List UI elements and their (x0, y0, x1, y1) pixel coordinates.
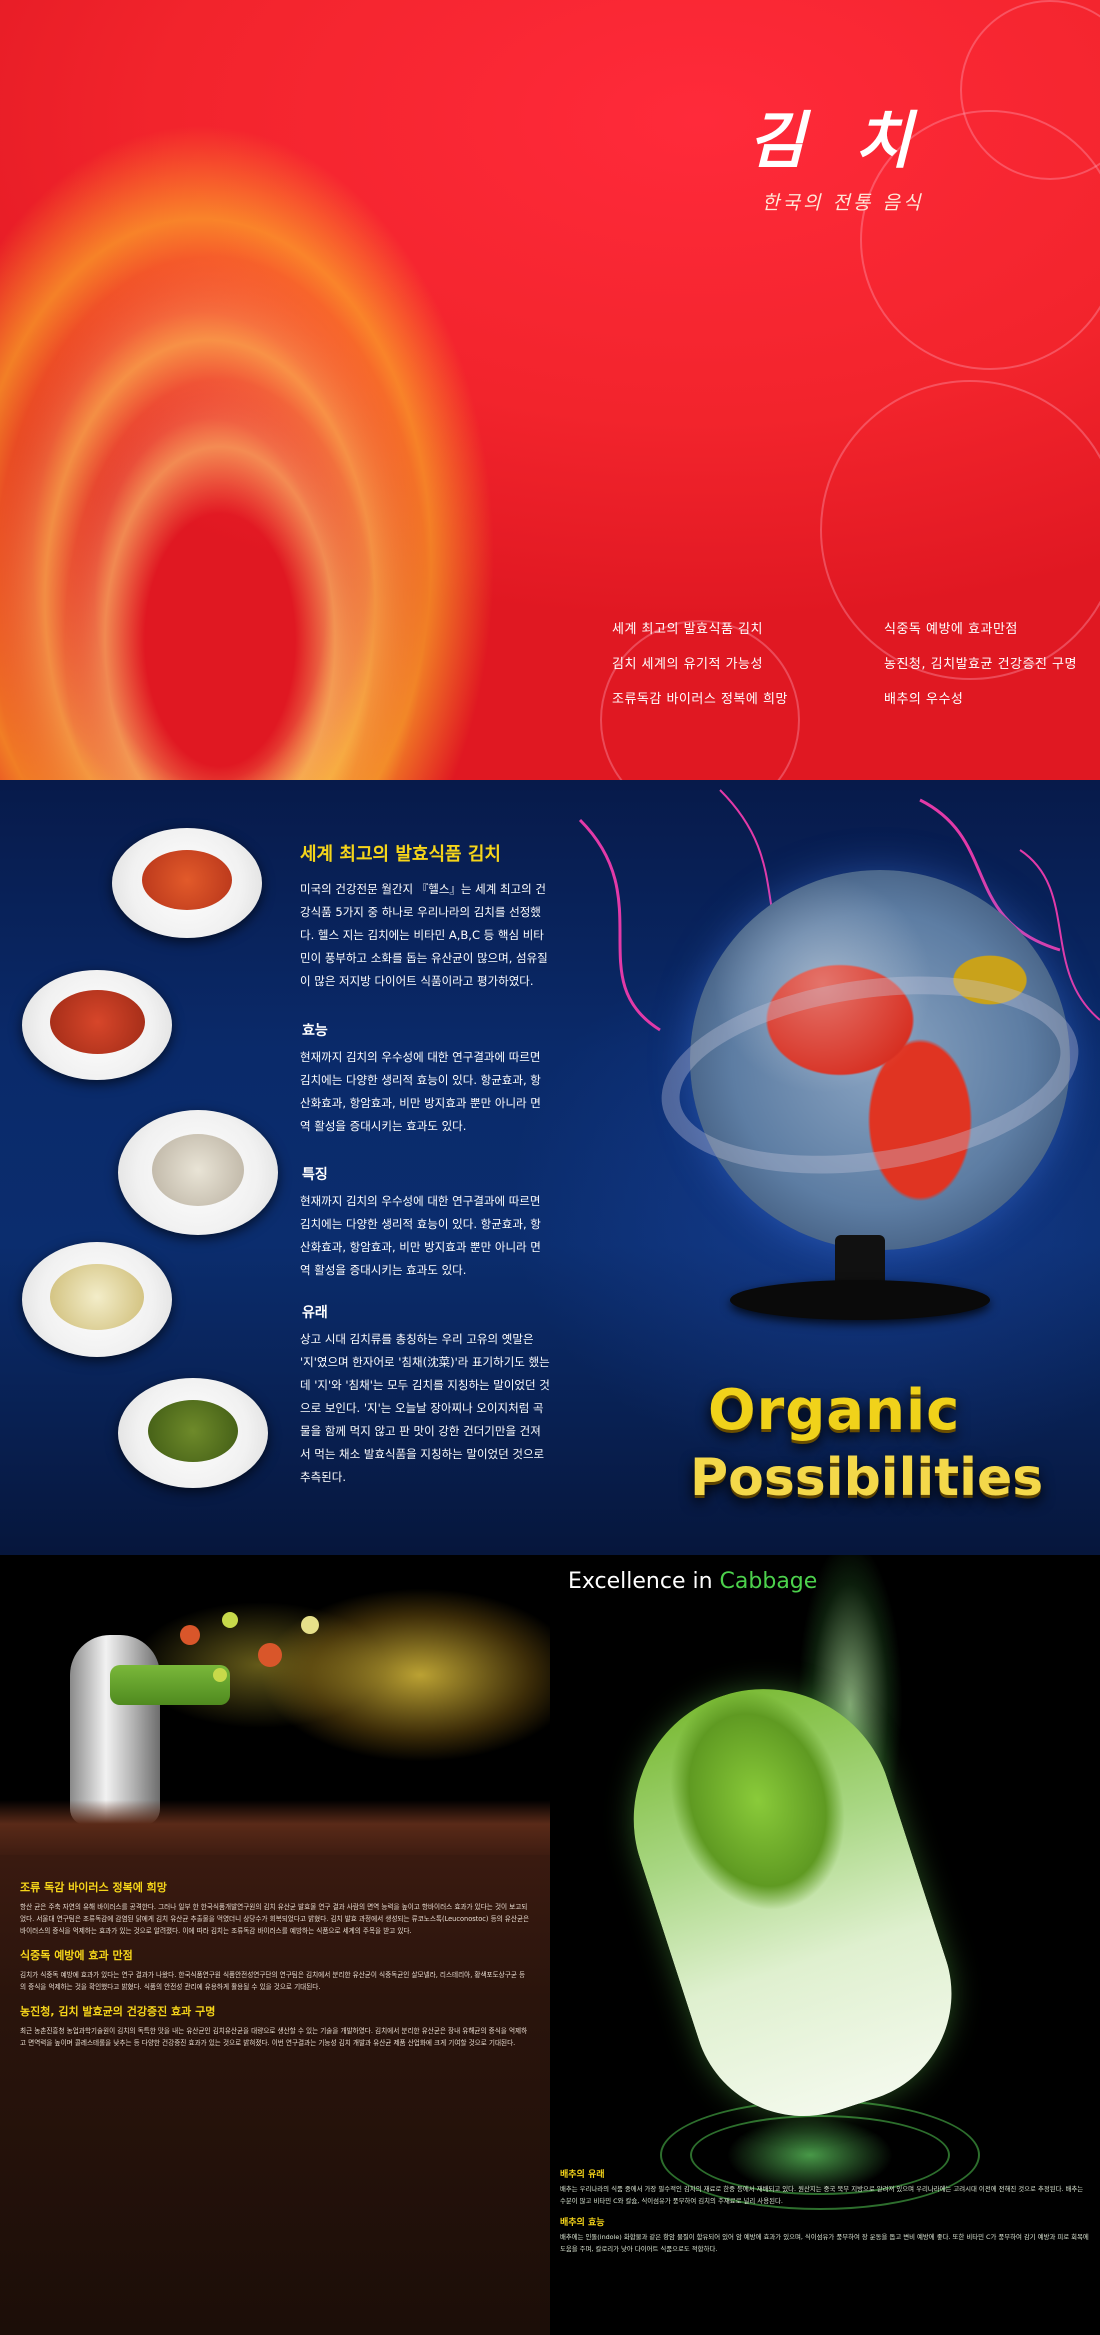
contents-item: 식중독 예방에 효과만점 (884, 622, 1018, 637)
health-spread: 조류 독감 바이러스 정복에 희망 항산 균은 주축 자연의 유해 바이러스를 … (0, 1555, 1100, 2335)
globe-stand-base (730, 1280, 990, 1320)
organic-title-line1: Organic (708, 1378, 961, 1443)
white-kimchi-dish-image (22, 1242, 172, 1357)
article-heading: 식중독 예방에 효과 만점 (20, 1949, 133, 1962)
section-paragraph: 상고 시대 김치류를 총칭하는 우리 고유의 옛말은 '지'였으며 한자어로 '… (300, 1332, 550, 1484)
section-subheading: 유래 (302, 1305, 328, 1321)
cover-contents-right: 식중독 예방에 효과만점 농진청, 김치발효균 건강증진 구명 배추의 우수성 (884, 618, 1077, 723)
cabbage-image (599, 1655, 981, 2145)
section-paragraph: 현재까지 김치의 우수성에 대한 연구결과에 따르면 김치에는 다양한 생리적 … (300, 1050, 541, 1133)
article-heading: 배추의 유래 (560, 2170, 605, 2180)
cover-subtitle: 한국의 전통 음식 (762, 192, 924, 214)
intro-paragraph: 미국의 건강전문 월간지 『헬스』는 세계 최고의 건강식품 5가지 중 하나로… (300, 882, 548, 988)
cabbage-panel: Excellence in Cabbage 배추의 유래 배추는 우리나라의 식… (550, 1555, 1100, 2335)
article-paragraph: 배추는 우리나라의 식품 중에서 가장 필수적인 김치의 재료로 한중 등에서 … (560, 2185, 1084, 2205)
article-heading: 배추의 효능 (560, 2218, 605, 2228)
kimchi-dish-image (22, 970, 172, 1080)
green-kimchi-dish-image (118, 1378, 268, 1488)
title-green-part: Cabbage (719, 1569, 818, 1594)
water-kimchi-bowl-image (118, 1110, 278, 1235)
contents-item: 농진청, 김치발효균 건강증진 구명 (884, 657, 1077, 672)
contents-item: 조류독감 바이러스 정복에 희망 (612, 692, 788, 707)
article-heading: 조류 독감 바이러스 정복에 희망 (20, 1881, 167, 1894)
cabbage-articles: 배추의 유래 배추는 우리나라의 식품 중에서 가장 필수적인 김치의 재료로 … (560, 2167, 1090, 2263)
section-subheading: 특징 (302, 1167, 328, 1183)
cell-surface (0, 1800, 550, 1860)
article-paragraph: 김치가 식중독 예방에 효과가 있다는 연구 결과가 나왔다. 한국식품연구원 … (20, 1971, 526, 1991)
cover-title: 김 치 (748, 104, 926, 177)
germ-particles (180, 1612, 319, 1682)
kimchi-spread: 세계 최고의 발효식품 김치 미국의 건강전문 월간지 『헬스』는 세계 최고의… (0, 780, 1100, 1555)
article-paragraph: 최근 농촌진흥청 농업과학기술원이 김치의 독특한 맛을 내는 유산균인 김치유… (20, 2027, 528, 2047)
section-heading: 세계 최고의 발효식품 김치 (300, 844, 501, 865)
contents-item: 배추의 우수성 (884, 692, 964, 707)
contents-item: 세계 최고의 발효식품 김치 (612, 622, 763, 637)
organic-title-line2: Possibilities (690, 1448, 1044, 1508)
spray-bottle-image (70, 1635, 230, 1825)
cover-page: 김 치 한국의 전통 음식 세계 최고의 발효식품 김치 김치 세계의 유기적 … (0, 0, 1100, 780)
article-heading: 농진청, 김치 발효균의 건강증진 효과 구명 (20, 2005, 216, 2018)
cover-contents-left: 세계 최고의 발효식품 김치 김치 세계의 유기적 가능성 조류독감 바이러스 … (612, 618, 788, 723)
cabbage-panel-title: Excellence in Cabbage (568, 1569, 817, 1594)
article-paragraph: 항산 균은 주축 자연의 유해 바이러스를 공격한다. 그러나 일부 한 한국식… (20, 1903, 530, 1935)
kimchi-dish-image (112, 828, 262, 938)
article-paragraph: 배추에는 인돌(indole) 화합물과 같은 항암 물질이 함유되어 있어 암… (560, 2233, 1089, 2253)
health-articles: 조류 독감 바이러스 정복에 희망 항산 균은 주축 자연의 유해 바이러스를 … (0, 1855, 550, 2335)
section-subheading: 효능 (302, 1023, 328, 1039)
contents-item: 김치 세계의 유기적 가능성 (612, 657, 763, 672)
section-paragraph: 현재까지 김치의 우수성에 대한 연구결과에 따르면 김치에는 다양한 생리적 … (300, 1194, 541, 1277)
title-white-part: Excellence in (568, 1569, 720, 1594)
